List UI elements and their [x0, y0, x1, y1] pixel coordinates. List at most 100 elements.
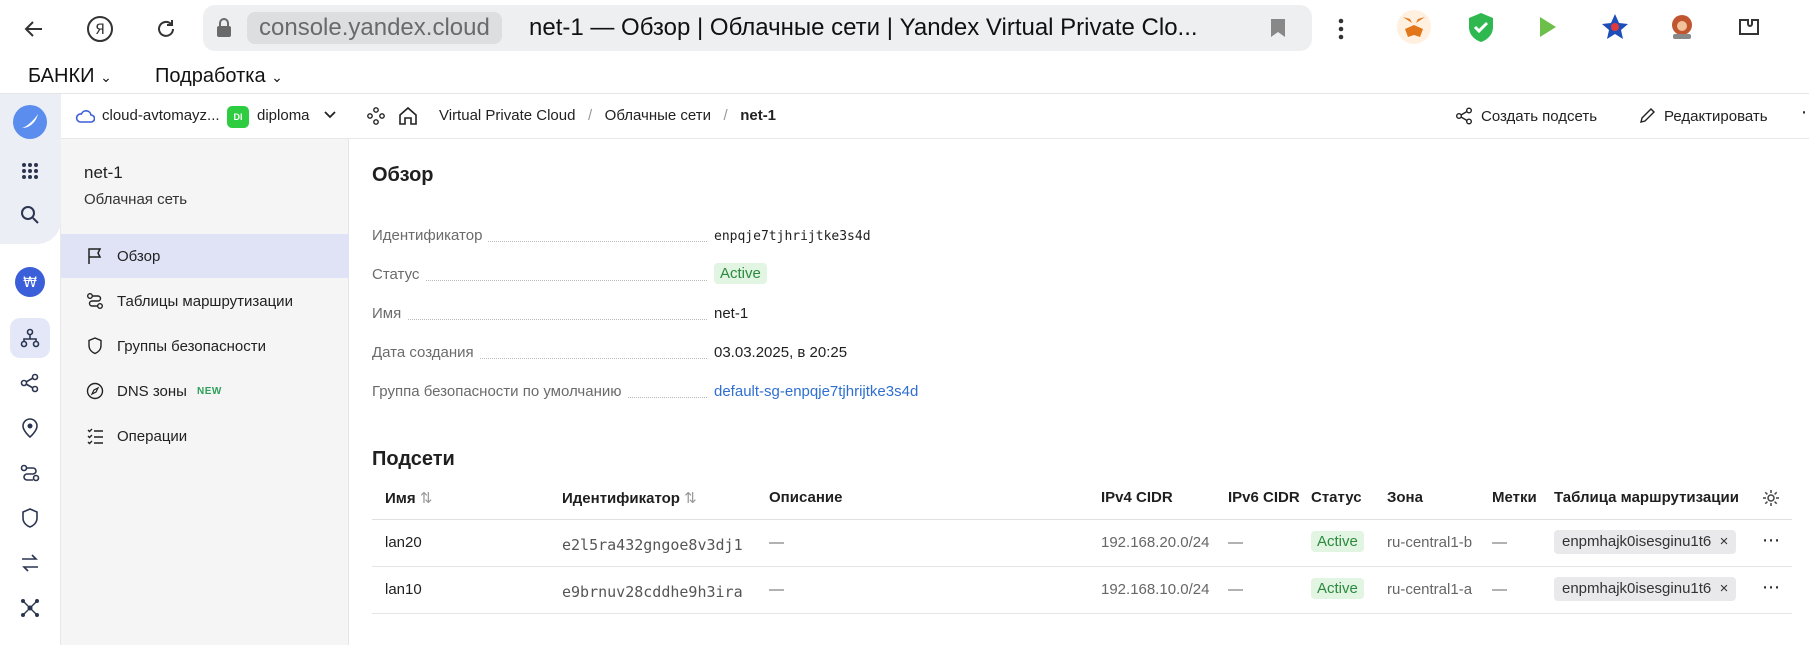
- row-actions-icon[interactable]: ⋯: [1762, 530, 1780, 551]
- services-grid-icon[interactable]: [10, 151, 50, 191]
- console-header: cloud-avtomayz... DI diploma Virtual Pri…: [61, 94, 1809, 139]
- breadcrumb-vpc[interactable]: Virtual Private Cloud: [439, 107, 575, 124]
- breadcrumb-current: net-1: [740, 107, 777, 124]
- column-header-id[interactable]: Идентификатор ⇅: [562, 489, 697, 507]
- share-nodes-icon: [1456, 107, 1472, 125]
- status-badge: Active: [1311, 531, 1364, 552]
- flag-icon: [85, 246, 105, 266]
- home-icon[interactable]: [398, 106, 418, 126]
- column-header-description: Описание: [769, 489, 843, 506]
- subnet-description: —: [769, 534, 784, 551]
- subnet-id: e9brnuv28cddhe9h3ira: [562, 583, 743, 601]
- cloud-selector[interactable]: cloud-avtomayz...: [102, 107, 220, 125]
- sidebar-item-dns-zones[interactable]: DNS зоны NEW: [61, 369, 349, 413]
- close-icon[interactable]: ×: [1720, 580, 1729, 597]
- yandex-cloud-logo-icon[interactable]: [10, 102, 50, 142]
- status-badge: Active: [714, 263, 767, 284]
- breadcrumb-networks[interactable]: Облачные сети: [605, 107, 711, 124]
- subnet-labels: —: [1492, 534, 1507, 551]
- metamask-icon[interactable]: [1397, 10, 1431, 44]
- menu-dots-icon[interactable]: [1324, 12, 1358, 46]
- avatar-extension-icon[interactable]: [1665, 10, 1699, 44]
- more-actions-icon[interactable]: ⋯: [1801, 103, 1809, 121]
- chevron-down-icon[interactable]: [324, 111, 336, 119]
- route-icon[interactable]: [10, 453, 50, 493]
- subnet-zone: ru-central1-a: [1387, 581, 1473, 598]
- column-header-zone: Зона: [1387, 489, 1423, 506]
- url-host: console.yandex.cloud: [247, 12, 502, 44]
- column-header-ipv6: IPv6 CIDR: [1228, 489, 1300, 506]
- subnet-ipv4: 192.168.10.0/24: [1101, 581, 1210, 598]
- sort-icon: ⇅: [684, 490, 697, 507]
- billing-icon[interactable]: ₩: [10, 262, 50, 302]
- main-content: Обзор Идентификатор enpqje7tjhrijtke3s4d…: [350, 140, 1809, 645]
- search-icon[interactable]: [10, 195, 50, 235]
- resource-type: Облачная сеть: [84, 191, 188, 208]
- resource-name: net-1: [84, 163, 123, 182]
- resource-sidebar: net-1 Облачная сеть Обзор Таблицы маршру…: [61, 139, 349, 645]
- route-table-chip[interactable]: enpmhajk0isesginu1t6 ×: [1554, 577, 1737, 601]
- folder-selector[interactable]: diploma: [257, 107, 310, 125]
- sidebar-item-operations[interactable]: Операции: [61, 414, 349, 458]
- subnet-ipv4: 192.168.20.0/24: [1101, 534, 1210, 551]
- star-extension-icon[interactable]: [1598, 10, 1632, 44]
- lock-icon: [217, 18, 231, 37]
- sort-icon: ⇅: [419, 490, 433, 507]
- browser-toolbar: Я console.yandex.cloud net-1 — Обзор | О…: [0, 0, 1809, 56]
- subnet-description: —: [769, 581, 784, 598]
- subnet-id: e2l5ra432gngoe8v3dj1: [562, 536, 743, 554]
- table-row[interactable]: lan10 e9brnuv28cddhe9h3ira — 192.168.10.…: [372, 567, 1792, 614]
- location-pin-icon[interactable]: [10, 408, 50, 448]
- bookmark-icon[interactable]: [1270, 18, 1286, 38]
- default-security-group-link[interactable]: default-sg-enpqje7tjhrijtke3s4d: [714, 383, 918, 400]
- shield-extension-icon[interactable]: [1464, 10, 1498, 44]
- reload-icon[interactable]: [149, 12, 183, 46]
- bookmark-folder[interactable]: БАНКИ ⌄: [28, 64, 112, 89]
- network-id[interactable]: enpqje7tjhrijtke3s4d: [714, 229, 871, 244]
- shield-icon: [85, 336, 105, 356]
- subnet-labels: —: [1492, 581, 1507, 598]
- shield-icon[interactable]: [10, 498, 50, 538]
- services-icon[interactable]: [367, 107, 385, 125]
- subnet-name[interactable]: lan10: [385, 581, 422, 598]
- sidebar-item-security-groups[interactable]: Группы безопасности: [61, 324, 349, 368]
- column-header-name[interactable]: Имя ⇅: [385, 489, 432, 507]
- table-settings-gear-icon[interactable]: [1762, 489, 1780, 507]
- vpc-service-icon[interactable]: [10, 318, 50, 358]
- route-icon: [85, 291, 105, 311]
- address-bar[interactable]: console.yandex.cloud net-1 — Обзор | Обл…: [203, 5, 1312, 51]
- compass-icon: [85, 381, 105, 401]
- sidebar-item-route-tables[interactable]: Таблицы маршрутизации: [61, 279, 349, 323]
- checklist-icon: [85, 426, 105, 446]
- breadcrumb: Virtual Private Cloud / Облачные сети / …: [439, 107, 777, 124]
- row-actions-icon[interactable]: ⋯: [1762, 577, 1780, 598]
- close-icon[interactable]: ×: [1720, 533, 1729, 550]
- yandex-icon[interactable]: Я: [83, 12, 117, 46]
- route-table-chip[interactable]: enpmhajk0isesginu1t6 ×: [1554, 530, 1737, 554]
- column-header-ipv4: IPv4 CIDR: [1101, 489, 1173, 506]
- field-name: Имя net-1: [372, 305, 749, 322]
- bookmark-folder[interactable]: Подработка ⌄: [155, 64, 283, 89]
- play-extension-icon[interactable]: [1531, 10, 1565, 44]
- created-date: 03.03.2025, в 20:25: [714, 344, 848, 361]
- pencil-icon: [1640, 108, 1655, 123]
- network-name: net-1: [714, 305, 749, 322]
- sidebar-item-overview[interactable]: Обзор: [61, 234, 349, 278]
- transfer-icon[interactable]: [10, 543, 50, 583]
- overview-title: Обзор: [372, 164, 434, 186]
- field-default-sg: Группа безопасности по умолчанию default…: [372, 383, 919, 400]
- share-nodes-icon[interactable]: [10, 363, 50, 403]
- folder-badge: DI: [227, 106, 249, 128]
- table-row[interactable]: lan20 e2l5ra432gngoe8v3dj1 — 192.168.20.…: [372, 520, 1792, 567]
- subnet-name[interactable]: lan20: [385, 534, 422, 551]
- subnet-zone: ru-central1-b: [1387, 534, 1473, 551]
- create-subnet-button[interactable]: Создать подсеть: [1455, 107, 1597, 126]
- back-icon[interactable]: [17, 12, 51, 46]
- edit-button[interactable]: Редактировать: [1638, 107, 1768, 126]
- extensions-icon[interactable]: [1732, 10, 1766, 44]
- column-header-route-table: Таблица маршрутизации: [1554, 489, 1739, 506]
- svg-text:₩: ₩: [23, 275, 37, 291]
- network-graph-icon[interactable]: [10, 588, 50, 628]
- subnets-title: Подсети: [372, 448, 455, 470]
- console-left-rail: ₩: [0, 94, 61, 645]
